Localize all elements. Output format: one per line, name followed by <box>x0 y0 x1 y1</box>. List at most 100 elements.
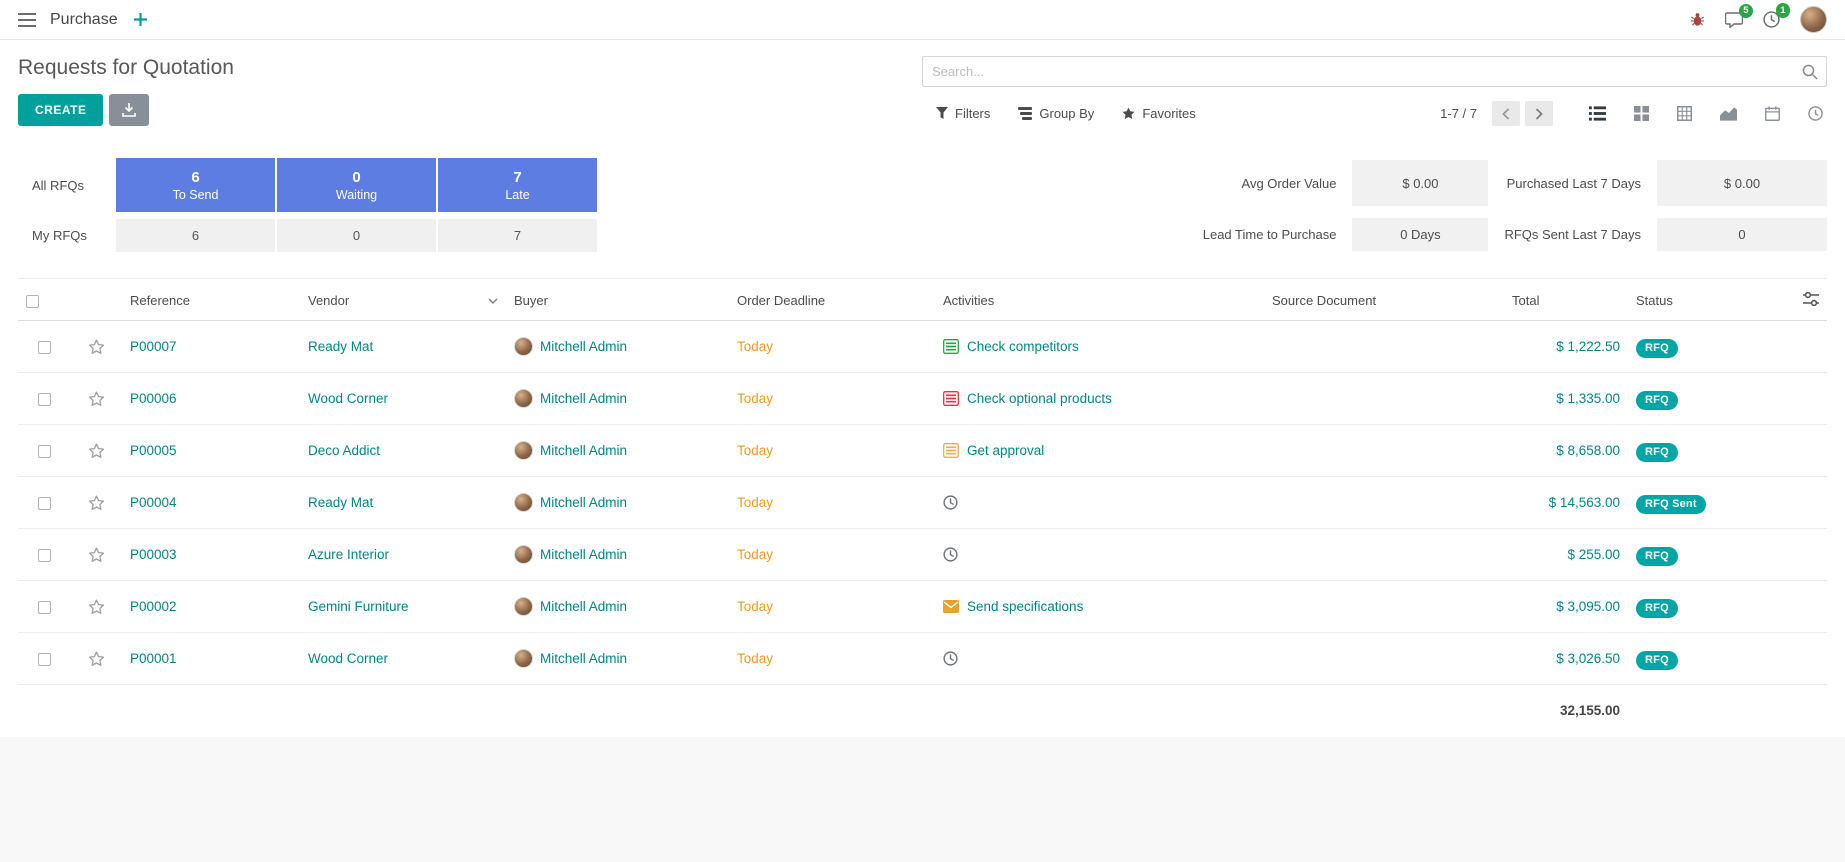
activity-label[interactable]: Get approval <box>967 443 1044 458</box>
column-header-source-document[interactable]: Source Document <box>1264 279 1504 321</box>
vendor-link[interactable]: Gemini Furniture <box>308 599 409 614</box>
view-kanban-button[interactable] <box>1634 106 1649 121</box>
user-avatar[interactable] <box>1800 6 1827 33</box>
activities-menu-icon[interactable]: 1 <box>1763 11 1780 28</box>
content-background <box>0 737 1845 862</box>
buyer-link[interactable]: Mitchell Admin <box>540 495 627 510</box>
view-list-button[interactable] <box>1589 106 1606 121</box>
favorite-star-icon[interactable] <box>88 599 105 615</box>
group-by-button[interactable]: Group By <box>1018 106 1094 121</box>
view-calendar-button[interactable] <box>1765 106 1780 121</box>
column-header-total[interactable]: Total <box>1504 279 1628 321</box>
vendor-link[interactable]: Azure Interior <box>308 547 389 562</box>
total-amount: $ 1,335.00 <box>1556 391 1620 406</box>
reference-link[interactable]: P00006 <box>130 391 177 406</box>
view-pivot-button[interactable] <box>1677 106 1692 121</box>
vendor-link[interactable]: Deco Addict <box>308 443 380 458</box>
reference-link[interactable]: P00005 <box>130 443 177 458</box>
activity-cell[interactable]: Check optional products <box>943 391 1256 406</box>
optional-columns-icon[interactable] <box>1803 292 1819 306</box>
activity-cell[interactable] <box>943 547 1256 562</box>
row-checkbox[interactable] <box>38 393 51 406</box>
favorite-star-icon[interactable] <box>88 651 105 667</box>
favorite-star-icon[interactable] <box>88 443 105 459</box>
activity-cell[interactable]: Get approval <box>943 443 1256 458</box>
order-deadline: Today <box>737 599 773 614</box>
table-row[interactable]: P00007 Ready Mat Mitchell Admin Today Check … <box>18 321 1827 373</box>
table-row[interactable]: P00006Wood CornerMitchell AdminTodayChec… <box>18 373 1827 425</box>
table-row[interactable]: P00005Deco AddictMitchell AdminTodayGet … <box>18 425 1827 477</box>
row-checkbox[interactable] <box>38 445 51 458</box>
buyer-link[interactable]: Mitchell Admin <box>540 651 627 666</box>
view-graph-button[interactable] <box>1720 107 1737 121</box>
activity-cell[interactable]: Send specifications <box>943 599 1256 614</box>
my-to-send-count[interactable]: 6 <box>116 219 275 252</box>
order-deadline: Today <box>737 339 773 354</box>
column-header-vendor[interactable]: Vendor <box>300 279 506 321</box>
activity-cell[interactable]: Check competitors <box>943 339 1256 354</box>
rfq-table-body: P00007 Ready Mat Mitchell Admin Today Check … <box>18 321 1827 685</box>
debug-bug-icon[interactable] <box>1690 12 1705 27</box>
card-waiting[interactable]: 0 Waiting <box>277 158 436 212</box>
card-late[interactable]: 7 Late <box>438 158 597 212</box>
column-header-status[interactable]: Status <box>1628 279 1758 321</box>
messages-icon[interactable]: 5 <box>1725 12 1743 28</box>
pager: 1-7 / 7 <box>1440 101 1553 126</box>
activity-cell[interactable] <box>943 651 1256 666</box>
favorite-star-icon[interactable] <box>88 391 105 407</box>
buyer-link[interactable]: Mitchell Admin <box>540 599 627 614</box>
create-button[interactable]: CREATE <box>18 94 103 126</box>
table-row[interactable]: P00001Wood CornerMitchell AdminToday$ 3,… <box>18 633 1827 685</box>
vendor-link[interactable]: Wood Corner <box>308 391 388 406</box>
buyer-link[interactable]: Mitchell Admin <box>540 443 627 458</box>
table-row[interactable]: P00002 Gemini Furniture Mitchell Admin Toda… <box>18 581 1827 633</box>
card-to-send[interactable]: 6 To Send <box>116 158 275 212</box>
favorite-star-icon[interactable] <box>88 339 105 355</box>
column-header-buyer[interactable]: Buyer <box>506 279 729 321</box>
late-label: Late <box>505 188 529 202</box>
top-navbar: Purchase 5 1 <box>0 0 1845 40</box>
vendor-link[interactable]: Wood Corner <box>308 651 388 666</box>
my-waiting-count[interactable]: 0 <box>277 219 436 252</box>
row-checkbox[interactable] <box>38 497 51 510</box>
search-icon[interactable] <box>1802 64 1818 85</box>
activity-label[interactable]: Send specifications <box>967 599 1083 614</box>
favorite-star-icon[interactable] <box>88 547 105 563</box>
vendor-link[interactable]: Ready Mat <box>308 339 373 354</box>
stat-label-rfqs-sent-last-7-days: RFQs Sent Last 7 Days <box>1504 227 1641 242</box>
app-name[interactable]: Purchase <box>50 11 118 29</box>
table-row[interactable]: P00003Azure InteriorMitchell AdminToday$… <box>18 529 1827 581</box>
activity-label[interactable]: Check optional products <box>967 391 1112 406</box>
activity-cell[interactable] <box>943 495 1256 510</box>
column-header-order-deadline[interactable]: Order Deadline <box>729 279 935 321</box>
pager-next-button[interactable] <box>1525 101 1553 126</box>
buyer-link[interactable]: Mitchell Admin <box>540 391 627 406</box>
my-late-count[interactable]: 7 <box>438 219 597 252</box>
upload-button[interactable] <box>109 94 149 126</box>
apps-menu-icon[interactable] <box>18 13 36 27</box>
select-all-checkbox[interactable] <box>26 295 39 308</box>
reference-link[interactable]: P00007 <box>130 339 177 354</box>
add-icon[interactable] <box>134 13 147 26</box>
column-header-reference[interactable]: Reference <box>122 279 300 321</box>
reference-link[interactable]: P00004 <box>130 495 177 510</box>
favorite-star-icon[interactable] <box>88 495 105 511</box>
filters-button[interactable]: Filters <box>936 106 990 121</box>
buyer-link[interactable]: Mitchell Admin <box>540 547 627 562</box>
favorites-button[interactable]: Favorites <box>1122 106 1195 121</box>
vendor-link[interactable]: Ready Mat <box>308 495 373 510</box>
reference-link[interactable]: P00001 <box>130 651 177 666</box>
column-header-activities[interactable]: Activities <box>935 279 1264 321</box>
row-checkbox[interactable] <box>38 653 51 666</box>
pager-previous-button[interactable] <box>1492 101 1520 126</box>
table-row[interactable]: P00004Ready MatMitchell AdminToday$ 14,5… <box>18 477 1827 529</box>
buyer-link[interactable]: Mitchell Admin <box>540 339 627 354</box>
view-activity-button[interactable] <box>1808 106 1823 121</box>
row-checkbox[interactable] <box>38 601 51 614</box>
reference-link[interactable]: P00003 <box>130 547 177 562</box>
activity-label[interactable]: Check competitors <box>967 339 1079 354</box>
search-input[interactable] <box>922 56 1827 87</box>
row-checkbox[interactable] <box>38 341 51 354</box>
reference-link[interactable]: P00002 <box>130 599 177 614</box>
row-checkbox[interactable] <box>38 549 51 562</box>
